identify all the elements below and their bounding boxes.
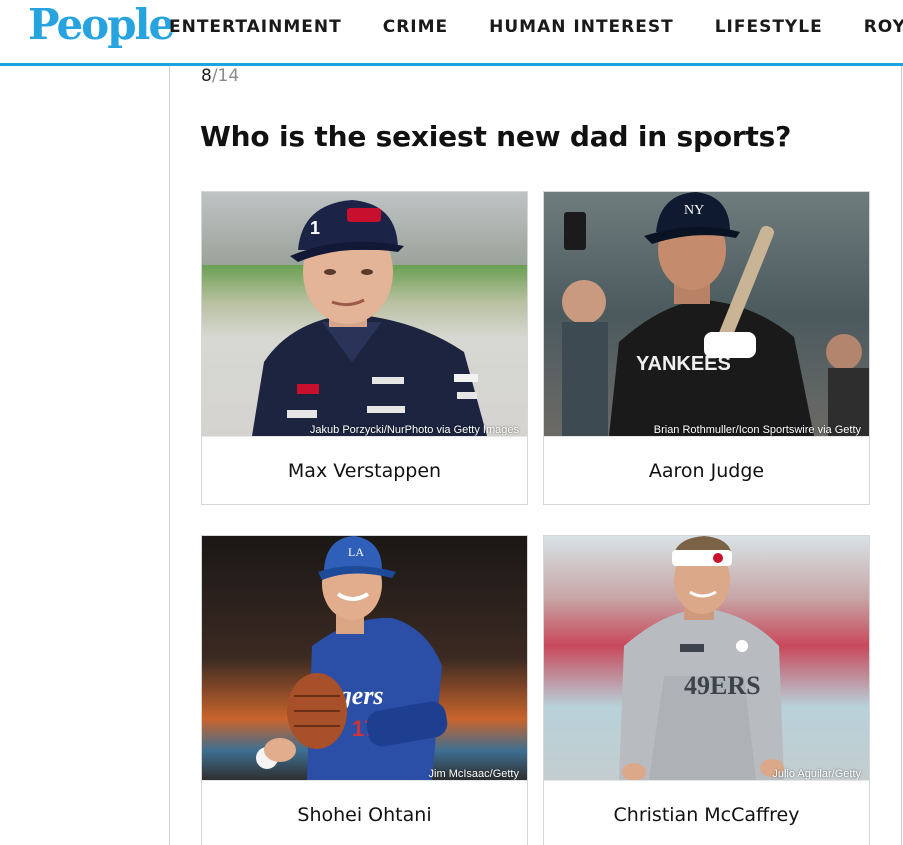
nav-lifestyle[interactable]: LIFESTYLE xyxy=(715,16,823,38)
football-player-illustration: 49ERS xyxy=(619,536,784,780)
option-label: Aaron Judge xyxy=(544,436,869,504)
baseball-pitcher-illustration: Dgers 17 LA xyxy=(256,536,448,780)
nav-human-interest[interactable]: HUMAN INTEREST xyxy=(489,16,674,38)
christian-mccaffrey-photo: 49ERS Julio Aguilar/Getty xyxy=(544,536,869,780)
svg-text:1: 1 xyxy=(310,218,320,238)
poll-option-card[interactable]: YANKEES NY Brian Rothmuller/Icon Sportsw… xyxy=(543,191,870,505)
people-logo[interactable]: People xyxy=(28,0,175,50)
poll-option-card[interactable]: Dgers 17 LA Jim McIsaac/Getty Shohei Oht… xyxy=(201,535,528,845)
slide-counter: 8/14 xyxy=(201,66,239,86)
main-nav: ENTERTAINMENT CRIME HUMAN INTEREST LIFES… xyxy=(169,16,903,38)
max-verstappen-photo: 1 Jakub Porzycki/NurPhoto via Getty Imag… xyxy=(202,192,527,436)
option-label: Max Verstappen xyxy=(202,436,527,504)
photo-credit: Jakub Porzycki/NurPhoto via Getty Images xyxy=(309,424,519,436)
photo-credit: Julio Aguilar/Getty xyxy=(772,768,861,780)
poll-question: Who is the sexiest new dad in sports? xyxy=(200,120,792,153)
slide-total: /14 xyxy=(211,66,240,86)
photo-credit: Brian Rothmuller/Icon Sportswire via Get… xyxy=(653,424,861,436)
photo-credit: Jim McIsaac/Getty xyxy=(428,768,519,780)
racing-driver-illustration: 1 xyxy=(252,200,487,436)
svg-text:NY: NY xyxy=(684,203,704,218)
poll-option-card[interactable]: 1 Jakub Porzycki/NurPhoto via Getty Imag… xyxy=(201,191,528,505)
baseball-player-illustration: YANKEES NY xyxy=(562,192,869,436)
slide-current: 8 xyxy=(201,66,212,86)
svg-text:49ERS: 49ERS xyxy=(684,671,761,700)
nav-royals[interactable]: ROYALS xyxy=(864,16,903,38)
option-label: Shohei Ohtani xyxy=(202,780,527,845)
gallery-frame: 8/14 Who is the sexiest new dad in sport… xyxy=(169,66,902,845)
option-label: Christian McCaffrey xyxy=(544,780,869,845)
shohei-ohtani-photo: Dgers 17 LA Jim McIsaac/Getty xyxy=(202,536,527,780)
site-header: People ENTERTAINMENT CRIME HUMAN INTERES… xyxy=(0,0,903,66)
nav-entertainment[interactable]: ENTERTAINMENT xyxy=(169,16,342,38)
aaron-judge-photo: YANKEES NY Brian Rothmuller/Icon Sportsw… xyxy=(544,192,869,436)
poll-option-card[interactable]: 49ERS Julio Aguilar/Getty Christian McCa… xyxy=(543,535,870,845)
svg-text:LA: LA xyxy=(348,545,364,559)
nav-crime[interactable]: CRIME xyxy=(383,16,448,38)
